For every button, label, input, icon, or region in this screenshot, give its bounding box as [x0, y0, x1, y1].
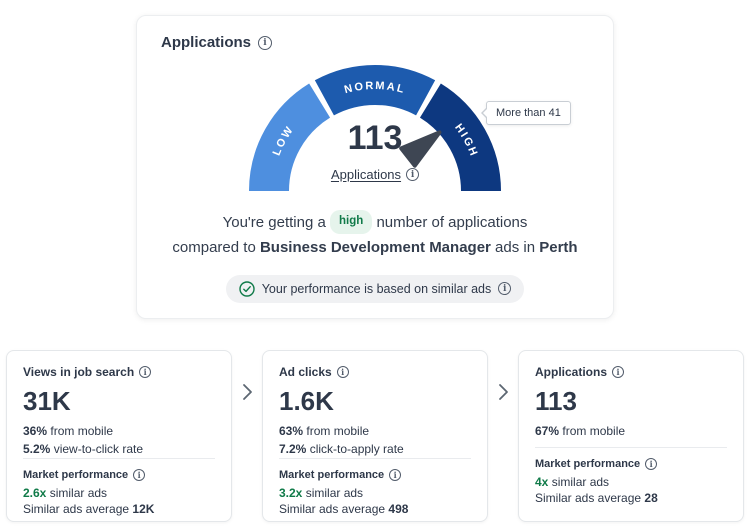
stat-label: from mobile	[50, 424, 113, 438]
market-header: Market performance	[279, 469, 471, 481]
message-text: number of applications	[376, 214, 527, 231]
average-line: Similar ads average 498	[279, 502, 471, 516]
high-badge: high	[330, 210, 372, 234]
message-text: compared to	[172, 239, 255, 256]
applications-gauge-card: Applications LOW NORMAL HIGH 113 Applica…	[136, 15, 614, 319]
footnote-row: Your performance is based on similar ads	[161, 275, 589, 303]
metric-card-clicks: Ad clicks 1.6K 63% from mobile 7.2% clic…	[262, 350, 488, 522]
average-label: Similar ads average	[23, 502, 129, 516]
multiplier-line: 2.6x similar ads	[23, 486, 215, 500]
info-icon[interactable]	[389, 469, 401, 481]
metric-card-applications: Applications 113 67% from mobile Market …	[518, 350, 744, 522]
similar-ads-note: Your performance is based on similar ads	[226, 275, 525, 303]
job-location: Perth	[539, 239, 577, 256]
gauge-value-label: Applications	[331, 167, 401, 182]
stat-label: from mobile	[562, 424, 625, 438]
metric-title: Ad clicks	[279, 365, 332, 379]
message-line-2: compared to Business Development Manager…	[161, 236, 589, 261]
average-line: Similar ads average 28	[535, 491, 727, 505]
check-circle-icon	[239, 281, 255, 297]
multiplier-label: similar ads	[306, 486, 363, 500]
market-performance-section: Market performance 2.6x similar ads Simi…	[23, 458, 215, 518]
multiplier-label: similar ads	[552, 475, 609, 489]
metric-title: Views in job search	[23, 365, 134, 379]
stat-label: click-to-apply rate	[310, 442, 404, 456]
card-header: Applications	[161, 34, 589, 51]
market-title: Market performance	[23, 469, 128, 481]
message-text: ads in	[495, 239, 535, 256]
multiplier-value: 4x	[535, 475, 548, 489]
stat-line: 63% from mobile	[279, 424, 471, 438]
stat-label: view-to-click rate	[54, 442, 143, 456]
metric-value: 1.6K	[279, 386, 471, 417]
metric-value: 113	[535, 386, 727, 417]
info-icon[interactable]	[337, 366, 349, 378]
stat-line: 36% from mobile	[23, 424, 215, 438]
market-header: Market performance	[23, 469, 215, 481]
stat-line: 5.2% view-to-click rate	[23, 442, 215, 456]
metric-header: Views in job search	[23, 365, 215, 379]
stat-value: 63%	[279, 424, 303, 438]
metric-title: Applications	[535, 365, 607, 379]
info-icon[interactable]	[645, 458, 657, 470]
threshold-tooltip: More than 41	[486, 101, 571, 125]
metric-card-views: Views in job search 31K 36% from mobile …	[6, 350, 232, 522]
metrics-row: Views in job search 31K 36% from mobile …	[0, 350, 750, 522]
multiplier-line: 4x similar ads	[535, 475, 727, 489]
info-icon[interactable]	[498, 282, 511, 295]
multiplier-label: similar ads	[50, 486, 107, 500]
message-text: You're getting a	[223, 214, 326, 231]
market-title: Market performance	[279, 469, 384, 481]
average-label: Similar ads average	[535, 491, 641, 505]
gauge-value: 113	[240, 119, 510, 158]
message-line-1: You're getting a high number of applicat…	[161, 211, 589, 236]
market-title: Market performance	[535, 458, 640, 470]
average-value: 28	[644, 491, 657, 505]
stat-value: 67%	[535, 424, 559, 438]
applications-gauge: LOW NORMAL HIGH 113 Applications More th…	[240, 59, 510, 201]
chevron-right-icon	[235, 382, 259, 402]
stat-value: 5.2%	[23, 442, 50, 456]
market-performance-section: Market performance 4x similar ads Simila…	[535, 447, 727, 507]
info-icon[interactable]	[612, 366, 624, 378]
multiplier-value: 3.2x	[279, 486, 302, 500]
gauge-value-label-row: Applications	[240, 167, 510, 182]
multiplier-value: 2.6x	[23, 486, 46, 500]
stat-label: from mobile	[306, 424, 369, 438]
average-label: Similar ads average	[279, 502, 385, 516]
average-line: Similar ads average 12K	[23, 502, 215, 516]
job-title: Business Development Manager	[260, 239, 491, 256]
footnote-text: Your performance is based on similar ads	[262, 282, 492, 296]
chevron-right-icon	[491, 382, 515, 402]
average-value: 12K	[132, 502, 154, 516]
card-title: Applications	[161, 34, 251, 51]
multiplier-line: 3.2x similar ads	[279, 486, 471, 500]
stat-line: 67% from mobile	[535, 424, 727, 438]
stat-value: 36%	[23, 424, 47, 438]
stat-line: 7.2% click-to-apply rate	[279, 442, 471, 456]
metric-header: Ad clicks	[279, 365, 471, 379]
stat-value: 7.2%	[279, 442, 306, 456]
info-icon[interactable]	[139, 366, 151, 378]
info-icon[interactable]	[133, 469, 145, 481]
metric-value: 31K	[23, 386, 215, 417]
market-header: Market performance	[535, 458, 727, 470]
metric-header: Applications	[535, 365, 727, 379]
info-icon[interactable]	[258, 36, 272, 50]
average-value: 498	[388, 502, 408, 516]
performance-message: You're getting a high number of applicat…	[161, 211, 589, 261]
info-icon[interactable]	[406, 168, 419, 181]
market-performance-section: Market performance 3.2x similar ads Simi…	[279, 458, 471, 518]
